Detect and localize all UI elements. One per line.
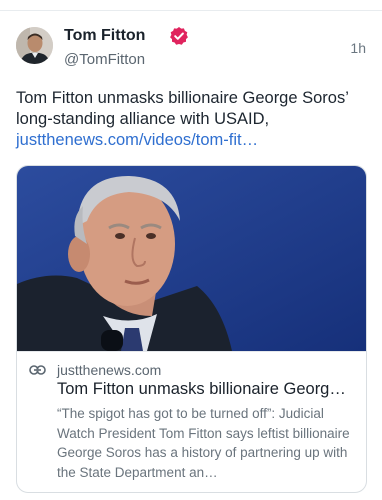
verified-badge-icon <box>170 27 188 45</box>
top-divider <box>0 10 382 11</box>
post-header: Tom Fitton @TomFitton 1h <box>16 27 372 71</box>
post-timestamp: 1h <box>350 40 366 56</box>
card-title[interactable]: Tom Fitton unmasks billionaire Georg… <box>57 380 359 399</box>
avatar[interactable] <box>16 27 53 64</box>
link-icon <box>29 365 46 375</box>
author-name[interactable]: Tom Fitton <box>64 27 145 45</box>
post-body-text: Tom Fitton unmasks billionaire George So… <box>16 89 349 128</box>
author-handle[interactable]: @TomFitton <box>64 51 145 68</box>
post-text: Tom Fitton unmasks billionaire George So… <box>16 88 372 151</box>
post-link[interactable]: justthenews.com/videos/tom-fit… <box>16 130 372 151</box>
card-image[interactable] <box>17 166 366 351</box>
link-preview-card[interactable]: justthenews.com Tom Fitton unmasks billi… <box>16 165 367 493</box>
card-domain: justthenews.com <box>57 362 162 378</box>
card-description: “The spigot has got to be turned off”: J… <box>57 406 350 480</box>
card-meta[interactable]: justthenews.com Tom Fitton unmasks billi… <box>17 351 366 492</box>
